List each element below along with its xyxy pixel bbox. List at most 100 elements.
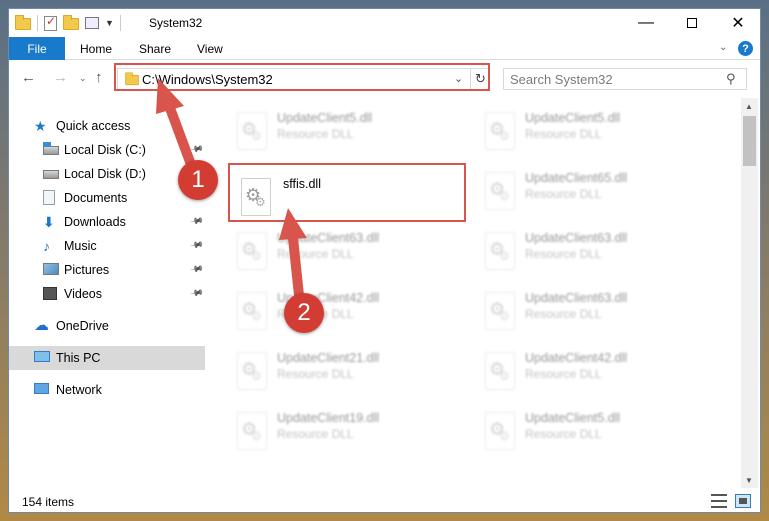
file-name: UpdateClient63.dll <box>277 231 380 245</box>
file-type: Resource DLL <box>277 247 354 261</box>
navigation-pane: ★ Quick access Local Disk (C:) 📌 Local Disk … <box>9 98 205 488</box>
new-folder-icon[interactable] <box>63 14 79 30</box>
pin-icon[interactable]: 📌 <box>189 262 204 277</box>
file-highlight <box>228 163 466 222</box>
rename-icon[interactable] <box>85 17 99 29</box>
sidebar-item-quick-access[interactable]: ★ Quick access <box>9 114 205 138</box>
document-icon <box>43 190 55 205</box>
drive-icon <box>43 170 59 179</box>
file-name: UpdateClient42.dll <box>525 351 628 365</box>
properties-icon[interactable] <box>44 14 57 31</box>
details-view-icon[interactable] <box>711 494 727 508</box>
file-item[interactable]: UpdateClient21.dll Resource DLL <box>233 346 469 394</box>
file-item[interactable]: UpdateClient63.dll Resource DLL <box>233 226 469 274</box>
file-type: Resource DLL <box>277 427 354 441</box>
dll-file-icon <box>485 292 515 330</box>
sidebar-item-this-pc[interactable]: This PC <box>9 346 205 370</box>
sidebar-item-label: Videos <box>64 287 102 301</box>
maximize-button[interactable] <box>669 9 715 37</box>
tab-file[interactable]: File <box>9 37 65 60</box>
file-type: Resource DLL <box>525 427 602 441</box>
file-item[interactable]: UpdateClient65.dll Resource DLL <box>481 166 717 214</box>
scroll-up-arrow-icon[interactable]: ▲ <box>745 102 753 111</box>
file-name: UpdateClient19.dll <box>277 411 380 425</box>
file-item[interactable]: UpdateClient42.dll Resource DLL <box>481 346 717 394</box>
download-icon: ⬇ <box>43 214 55 230</box>
video-icon <box>43 287 57 300</box>
sidebar-item-label: Local Disk (C:) <box>64 143 146 157</box>
forward-arrow-icon[interactable]: → <box>53 69 68 86</box>
computer-icon <box>34 351 50 362</box>
file-type: Resource DLL <box>525 187 602 201</box>
search-input[interactable] <box>510 71 710 87</box>
search-box[interactable]: ⚲ <box>503 68 747 90</box>
tab-share[interactable]: Share <box>139 37 171 60</box>
step-1-badge: 1 <box>178 160 218 200</box>
sidebar-item-label: OneDrive <box>56 319 109 333</box>
file-item[interactable]: UpdateClient19.dll Resource DLL <box>233 406 469 454</box>
dll-file-icon <box>237 412 267 450</box>
file-name: UpdateClient65.dll <box>525 171 628 185</box>
sidebar-item-onedrive[interactable]: ☁ OneDrive <box>9 314 205 338</box>
file-name: UpdateClient63.dll <box>525 231 628 245</box>
item-count: 154 items <box>22 495 75 509</box>
cloud-icon: ☁ <box>34 317 49 334</box>
sidebar-item-local-disk-c[interactable]: Local Disk (C:) 📌 <box>9 138 205 162</box>
file-item[interactable]: UpdateClient63.dll Resource DLL <box>481 226 717 274</box>
expand-ribbon-chevron-icon[interactable]: ⌄ <box>719 42 727 53</box>
ribbon-tabs: File Home Share View ⌄ ? <box>9 37 760 60</box>
dll-file-icon <box>485 232 515 270</box>
recent-locations-chevron-icon[interactable]: ⌄ <box>79 73 87 84</box>
tab-home[interactable]: Home <box>80 37 112 60</box>
file-item[interactable]: UpdateClient42.dllResource DLL <box>233 286 469 334</box>
sidebar-item-documents[interactable]: Documents <box>9 186 205 210</box>
back-arrow-icon[interactable]: ← <box>21 69 36 86</box>
dll-file-icon <box>237 352 267 390</box>
tab-view[interactable]: View <box>197 37 223 60</box>
sidebar-item-local-disk-d[interactable]: Local Disk (D:) <box>9 162 205 186</box>
scrollbar-thumb[interactable] <box>743 116 756 166</box>
toolbar-divider <box>37 15 38 31</box>
sidebar-item-label: Music <box>64 239 97 253</box>
minimize-button[interactable]: — <box>623 9 669 37</box>
file-type: Resource DLL <box>525 367 602 381</box>
file-item[interactable]: UpdateClient5.dll Resource DLL <box>233 106 469 154</box>
file-item[interactable]: UpdateClient63.dll Resource DLL <box>481 286 717 334</box>
file-item[interactable]: UpdateClient5.dll Resource DLL <box>481 406 717 454</box>
step-2-badge: 2 <box>284 293 324 333</box>
title-bar: ▼ System32 — ✕ <box>9 9 760 37</box>
file-type: Resource DLL <box>277 127 354 141</box>
sidebar-item-label: Pictures <box>64 263 110 277</box>
file-name: UpdateClient5.dll <box>277 111 373 125</box>
dll-file-icon <box>485 112 515 150</box>
customize-toolbar-dropdown-icon[interactable]: ▼ <box>105 18 114 28</box>
file-item[interactable]: UpdateClient5.dll Resource DLL <box>481 106 717 154</box>
close-button[interactable]: ✕ <box>715 9 760 37</box>
sidebar-item-pictures[interactable]: Pictures 📌 <box>9 258 205 282</box>
sidebar-item-network[interactable]: Network <box>9 378 205 402</box>
pin-icon[interactable]: 📌 <box>189 142 204 157</box>
up-arrow-icon[interactable]: ↑ <box>95 69 103 86</box>
sidebar-item-label: Network <box>56 383 102 397</box>
dll-file-icon <box>237 292 267 330</box>
folder-icon <box>15 14 31 30</box>
sidebar-item-music[interactable]: ♪ Music 📌 <box>9 234 205 258</box>
quick-access-toolbar: ▼ <box>15 14 121 31</box>
sidebar-item-videos[interactable]: Videos 📌 <box>9 282 205 306</box>
large-icons-view-icon[interactable] <box>735 494 751 508</box>
scroll-down-arrow-icon[interactable]: ▼ <box>745 476 753 485</box>
sidebar-item-label: Quick access <box>56 119 131 133</box>
pin-icon[interactable]: 📌 <box>189 214 204 229</box>
sidebar-item-downloads[interactable]: ⬇ Downloads 📌 <box>9 210 205 234</box>
pictures-icon <box>43 263 59 275</box>
dll-file-icon <box>237 232 267 270</box>
pin-icon[interactable]: 📌 <box>189 238 204 253</box>
dll-file-icon <box>485 172 515 210</box>
vertical-scrollbar[interactable]: ▲ ▼ <box>741 98 758 488</box>
search-icon[interactable]: ⚲ <box>726 71 736 87</box>
drive-icon <box>43 142 59 155</box>
pin-icon[interactable]: 📌 <box>189 286 204 301</box>
file-name: UpdateClient5.dll <box>525 111 621 125</box>
sidebar-item-label: Documents <box>64 191 128 205</box>
help-icon[interactable]: ? <box>738 41 753 56</box>
